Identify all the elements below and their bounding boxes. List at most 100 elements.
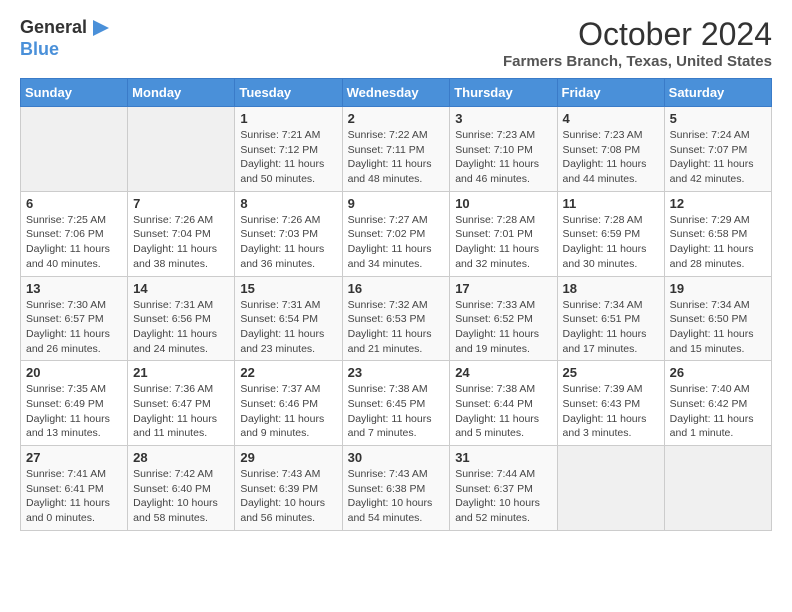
day-info: Sunrise: 7:38 AMSunset: 6:44 PMDaylight:… [455,382,551,441]
day-number: 5 [670,111,766,126]
page-header: GeneralBlue October 2024 Farmers Branch,… [20,16,772,70]
week-row-1: 1 Sunrise: 7:21 AMSunset: 7:12 PMDaylight… [21,107,772,192]
day-number: 8 [240,196,336,211]
calendar-cell: 31 Sunrise: 7:44 AMSunset: 6:37 PMDayligh… [450,446,557,531]
calendar-cell: 30 Sunrise: 7:43 AMSunset: 6:38 PMDayligh… [342,446,450,531]
day-number: 3 [455,111,551,126]
day-number: 14 [133,281,229,296]
day-info: Sunrise: 7:34 AMSunset: 6:51 PMDaylight:… [563,298,659,357]
day-number: 18 [563,281,659,296]
day-info: Sunrise: 7:40 AMSunset: 6:42 PMDaylight:… [670,382,766,441]
day-info: Sunrise: 7:28 AMSunset: 7:01 PMDaylight:… [455,213,551,272]
day-number: 15 [240,281,336,296]
day-number: 25 [563,365,659,380]
calendar-cell [128,107,235,192]
day-info: Sunrise: 7:36 AMSunset: 6:47 PMDaylight:… [133,382,229,441]
day-number: 22 [240,365,336,380]
calendar-cell: 29Sunrise: 7:43 AMSunset: 6:39 PMDayligh… [235,446,342,531]
day-info: Sunrise: 7:31 AMSunset: 6:54 PMDaylight:… [240,298,336,357]
calendar-cell: 10Sunrise: 7:28 AMSunset: 7:01 PMDayligh… [450,191,557,276]
day-header-wednesday: Wednesday [342,79,450,107]
calendar-cell: 1 Sunrise: 7:21 AMSunset: 7:12 PMDaylight… [235,107,342,192]
calendar-cell: 2Sunrise: 7:22 AMSunset: 7:11 PMDaylight… [342,107,450,192]
day-info: Sunrise: 7:26 AMSunset: 7:03 PMDaylight:… [240,213,336,272]
calendar-cell: 9Sunrise: 7:27 AMSunset: 7:02 PMDaylight… [342,191,450,276]
day-info: Sunrise: 7:29 AMSunset: 6:58 PMDaylight:… [670,213,766,272]
calendar-table: SundayMondayTuesdayWednesdayThursdayFrid… [20,78,772,531]
calendar-cell: 27 Sunrise: 7:41 AMSunset: 6:41 PMDayligh… [21,446,128,531]
day-info: Sunrise: 7:31 AMSunset: 6:56 PMDaylight:… [133,298,229,357]
day-info: Sunrise: 7:32 AMSunset: 6:53 PMDaylight:… [348,298,445,357]
day-info: Sunrise: 7:39 AMSunset: 6:43 PMDaylight:… [563,382,659,441]
day-number: 1 [240,111,336,126]
day-number: 31 [455,450,551,465]
day-header-tuesday: Tuesday [235,79,342,107]
logo: GeneralBlue [20,16,113,60]
day-info: Sunrise: 7:43 AMSunset: 6:38 PMDaylight:… [348,467,445,526]
day-header-friday: Friday [557,79,664,107]
day-number: 30 [348,450,445,465]
day-info: Sunrise: 7:34 AMSunset: 6:50 PMDaylight:… [670,298,766,357]
day-info: Sunrise: 7:22 AMSunset: 7:11 PMDaylight:… [348,128,445,187]
calendar-cell: 8 Sunrise: 7:26 AMSunset: 7:03 PMDaylight… [235,191,342,276]
day-header-thursday: Thursday [450,79,557,107]
calendar-cell [557,446,664,531]
day-number: 7 [133,196,229,211]
week-row-4: 20Sunrise: 7:35 AMSunset: 6:49 PMDayligh… [21,361,772,446]
title-block: October 2024 Farmers Branch, Texas, Unit… [503,16,772,70]
day-number: 21 [133,365,229,380]
day-info: Sunrise: 7:30 AMSunset: 6:57 PMDaylight:… [26,298,122,357]
day-number: 27 [26,450,122,465]
day-info: Sunrise: 7:44 AMSunset: 6:37 PMDaylight:… [455,467,551,526]
day-number: 26 [670,365,766,380]
calendar-cell: 7 Sunrise: 7:26 AMSunset: 7:04 PMDaylight… [128,191,235,276]
calendar-cell: 19 Sunrise: 7:34 AMSunset: 6:50 PMDayligh… [664,276,771,361]
calendar-cell: 18 Sunrise: 7:34 AMSunset: 6:51 PMDayligh… [557,276,664,361]
calendar-cell [21,107,128,192]
day-info: Sunrise: 7:38 AMSunset: 6:45 PMDaylight:… [348,382,445,441]
day-number: 24 [455,365,551,380]
day-header-sunday: Sunday [21,79,128,107]
day-info: Sunrise: 7:37 AMSunset: 6:46 PMDaylight:… [240,382,336,441]
day-info: Sunrise: 7:24 AMSunset: 7:07 PMDaylight:… [670,128,766,187]
calendar-cell: 21 Sunrise: 7:36 AMSunset: 6:47 PMDayligh… [128,361,235,446]
day-header-saturday: Saturday [664,79,771,107]
week-row-5: 27 Sunrise: 7:41 AMSunset: 6:41 PMDayligh… [21,446,772,531]
day-number: 20 [26,365,122,380]
day-number: 6 [26,196,122,211]
day-number: 17 [455,281,551,296]
day-number: 4 [563,111,659,126]
calendar-cell: 25 Sunrise: 7:39 AMSunset: 6:43 PMDayligh… [557,361,664,446]
calendar-cell: 24 Sunrise: 7:38 AMSunset: 6:44 PMDayligh… [450,361,557,446]
day-info: Sunrise: 7:25 AMSunset: 7:06 PMDaylight:… [26,213,122,272]
day-header-row: SundayMondayTuesdayWednesdayThursdayFrid… [21,79,772,107]
logo-text: GeneralBlue [20,16,113,60]
day-number: 19 [670,281,766,296]
month-title: October 2024 [503,16,772,53]
day-info: Sunrise: 7:26 AMSunset: 7:04 PMDaylight:… [133,213,229,272]
day-number: 9 [348,196,445,211]
calendar-cell: 13Sunrise: 7:30 AMSunset: 6:57 PMDayligh… [21,276,128,361]
calendar-cell: 23Sunrise: 7:38 AMSunset: 6:45 PMDayligh… [342,361,450,446]
day-number: 11 [563,196,659,211]
calendar-cell: 16 Sunrise: 7:32 AMSunset: 6:53 PMDayligh… [342,276,450,361]
day-number: 16 [348,281,445,296]
day-info: Sunrise: 7:28 AMSunset: 6:59 PMDaylight:… [563,213,659,272]
day-info: Sunrise: 7:43 AMSunset: 6:39 PMDaylight:… [240,467,336,526]
calendar-cell: 6 Sunrise: 7:25 AMSunset: 7:06 PMDaylight… [21,191,128,276]
day-header-monday: Monday [128,79,235,107]
calendar-cell: 4Sunrise: 7:23 AMSunset: 7:08 PMDaylight… [557,107,664,192]
calendar-cell [664,446,771,531]
day-info: Sunrise: 7:21 AMSunset: 7:12 PMDaylight:… [240,128,336,187]
calendar-cell: 3 Sunrise: 7:23 AMSunset: 7:10 PMDaylight… [450,107,557,192]
day-info: Sunrise: 7:41 AMSunset: 6:41 PMDaylight:… [26,467,122,526]
calendar-cell: 22 Sunrise: 7:37 AMSunset: 6:46 PMDayligh… [235,361,342,446]
day-info: Sunrise: 7:42 AMSunset: 6:40 PMDaylight:… [133,467,229,526]
day-info: Sunrise: 7:23 AMSunset: 7:10 PMDaylight:… [455,128,551,187]
location-title: Farmers Branch, Texas, United States [503,53,772,70]
calendar-cell: 11 Sunrise: 7:28 AMSunset: 6:59 PMDayligh… [557,191,664,276]
calendar-cell: 26 Sunrise: 7:40 AMSunset: 6:42 PMDayligh… [664,361,771,446]
calendar-cell: 28 Sunrise: 7:42 AMSunset: 6:40 PMDayligh… [128,446,235,531]
day-number: 12 [670,196,766,211]
day-number: 28 [133,450,229,465]
